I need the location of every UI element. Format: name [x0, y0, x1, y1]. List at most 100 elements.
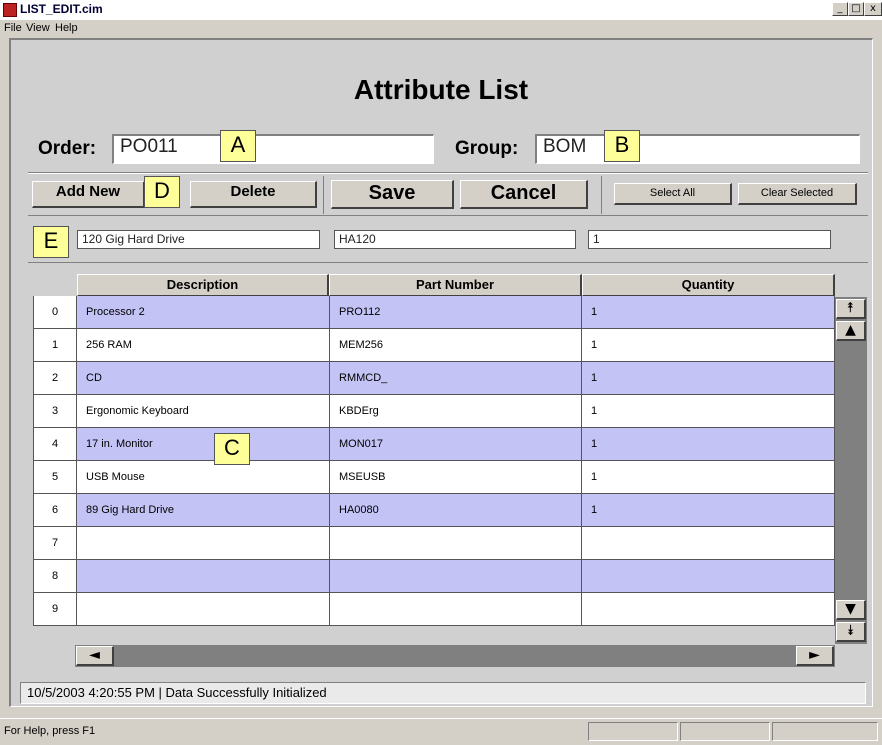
- cancel-button[interactable]: Cancel: [460, 180, 588, 209]
- row-index[interactable]: 8: [33, 560, 77, 593]
- callout-d: D: [144, 176, 180, 208]
- separator: [28, 215, 868, 216]
- menu-view[interactable]: View: [26, 22, 50, 34]
- window-title: LIST_EDIT.cim: [20, 2, 103, 16]
- quantity-cell[interactable]: 1: [582, 461, 835, 494]
- page-title: Attribute List: [353, 74, 529, 105]
- save-button[interactable]: Save: [331, 180, 454, 209]
- row-index[interactable]: 4: [33, 428, 77, 461]
- app-icon: [3, 3, 17, 17]
- maximize-button[interactable]: □: [848, 2, 864, 16]
- table-row[interactable]: 9: [33, 593, 835, 626]
- part-number-cell[interactable]: MON017: [330, 428, 582, 461]
- description-cell[interactable]: [77, 560, 330, 593]
- description-cell[interactable]: [77, 527, 330, 560]
- row-index[interactable]: 1: [33, 329, 77, 362]
- status-bar: For Help, press F1: [0, 718, 882, 745]
- status-pane: [588, 722, 678, 741]
- scroll-bottom-button[interactable]: ⯯: [836, 622, 866, 642]
- menu-file[interactable]: File: [4, 22, 22, 34]
- callout-b: B: [604, 130, 640, 162]
- quantity-cell[interactable]: 1: [582, 494, 835, 527]
- separator: [28, 173, 868, 174]
- part-number-cell[interactable]: [330, 560, 582, 593]
- status-message: 10/5/2003 4:20:55 PM | Data Successfully…: [20, 682, 866, 704]
- part-number-cell[interactable]: MEM256: [330, 329, 582, 362]
- order-label: Order:: [38, 138, 97, 159]
- close-button[interactable]: x: [864, 2, 882, 16]
- horizontal-scrollbar[interactable]: ◄ ►: [75, 645, 835, 667]
- description-cell[interactable]: 256 RAM: [77, 329, 330, 362]
- select-all-button[interactable]: Select All: [614, 183, 732, 205]
- scroll-left-button[interactable]: ◄: [76, 646, 114, 666]
- table-row[interactable]: 3 Ergonomic Keyboard KBDErg 1: [33, 395, 835, 428]
- scroll-right-button[interactable]: ►: [796, 646, 834, 666]
- quantity-cell[interactable]: 1: [582, 362, 835, 395]
- row-index[interactable]: 6: [33, 494, 77, 527]
- clear-selected-button[interactable]: Clear Selected: [738, 183, 857, 205]
- part-number-cell[interactable]: KBDErg: [330, 395, 582, 428]
- part-number-cell[interactable]: HA0080: [330, 494, 582, 527]
- quantity-cell[interactable]: [582, 527, 835, 560]
- row-index[interactable]: 7: [33, 527, 77, 560]
- table-row[interactable]: 6 89 Gig Hard Drive HA0080 1: [33, 494, 835, 527]
- vertical-scrollbar[interactable]: ⯭ ▲ ▼ ⯯: [835, 297, 867, 644]
- order-field[interactable]: PO011: [112, 134, 434, 164]
- description-cell[interactable]: CD: [77, 362, 330, 395]
- part-number-cell[interactable]: RMMCD_: [330, 362, 582, 395]
- table-row[interactable]: 8: [33, 560, 835, 593]
- delete-button[interactable]: Delete: [190, 181, 317, 208]
- status-pane: [772, 722, 878, 741]
- column-header-part-number[interactable]: Part Number: [329, 274, 582, 296]
- status-pane: [680, 722, 770, 741]
- divider: [601, 176, 602, 214]
- callout-e: E: [33, 226, 69, 258]
- scroll-down-button[interactable]: ▼: [836, 600, 866, 620]
- description-cell[interactable]: USB Mouse: [77, 461, 330, 494]
- separator: [28, 262, 868, 263]
- description-cell[interactable]: Processor 2: [77, 296, 330, 329]
- table-row[interactable]: 4 17 in. Monitor MON017 1: [33, 428, 835, 461]
- quantity-cell[interactable]: [582, 593, 835, 626]
- quantity-input[interactable]: 1: [588, 230, 831, 249]
- part-number-cell[interactable]: [330, 527, 582, 560]
- description-cell[interactable]: 17 in. Monitor: [77, 428, 330, 461]
- quantity-cell[interactable]: 1: [582, 296, 835, 329]
- divider: [323, 176, 324, 214]
- help-hint: For Help, press F1: [4, 725, 96, 737]
- part-number-cell[interactable]: MSEUSB: [330, 461, 582, 494]
- add-new-button[interactable]: Add New: [32, 181, 145, 208]
- table-row[interactable]: 0 Processor 2 PRO112 1: [33, 296, 835, 329]
- column-header-quantity[interactable]: Quantity: [582, 274, 835, 296]
- scroll-up-button[interactable]: ▲: [836, 321, 866, 341]
- table-row[interactable]: 1 256 RAM MEM256 1: [33, 329, 835, 362]
- part-number-cell[interactable]: [330, 593, 582, 626]
- table-row[interactable]: 5 USB Mouse MSEUSB 1: [33, 461, 835, 494]
- part-number-input[interactable]: HA120: [334, 230, 576, 249]
- description-cell[interactable]: 89 Gig Hard Drive: [77, 494, 330, 527]
- row-index[interactable]: 2: [33, 362, 77, 395]
- callout-c: C: [214, 433, 250, 465]
- group-label: Group:: [455, 138, 519, 159]
- description-cell[interactable]: Ergonomic Keyboard: [77, 395, 330, 428]
- row-index[interactable]: 9: [33, 593, 77, 626]
- quantity-cell[interactable]: 1: [582, 329, 835, 362]
- row-index[interactable]: 0: [33, 296, 77, 329]
- minimize-button[interactable]: _: [832, 2, 848, 16]
- description-cell[interactable]: [77, 593, 330, 626]
- row-index[interactable]: 3: [33, 395, 77, 428]
- title-bar: LIST_EDIT.cim _ □ x: [0, 0, 882, 20]
- table-row[interactable]: 2 CD RMMCD_ 1: [33, 362, 835, 395]
- callout-a: A: [220, 130, 256, 162]
- group-field[interactable]: BOM: [535, 134, 860, 164]
- part-number-cell[interactable]: PRO112: [330, 296, 582, 329]
- scroll-top-button[interactable]: ⯭: [836, 299, 866, 319]
- quantity-cell[interactable]: 1: [582, 428, 835, 461]
- table-row[interactable]: 7: [33, 527, 835, 560]
- quantity-cell[interactable]: 1: [582, 395, 835, 428]
- row-index[interactable]: 5: [33, 461, 77, 494]
- menu-help[interactable]: Help: [55, 22, 78, 34]
- description-input[interactable]: 120 Gig Hard Drive: [77, 230, 320, 249]
- quantity-cell[interactable]: [582, 560, 835, 593]
- column-header-description[interactable]: Description: [77, 274, 329, 296]
